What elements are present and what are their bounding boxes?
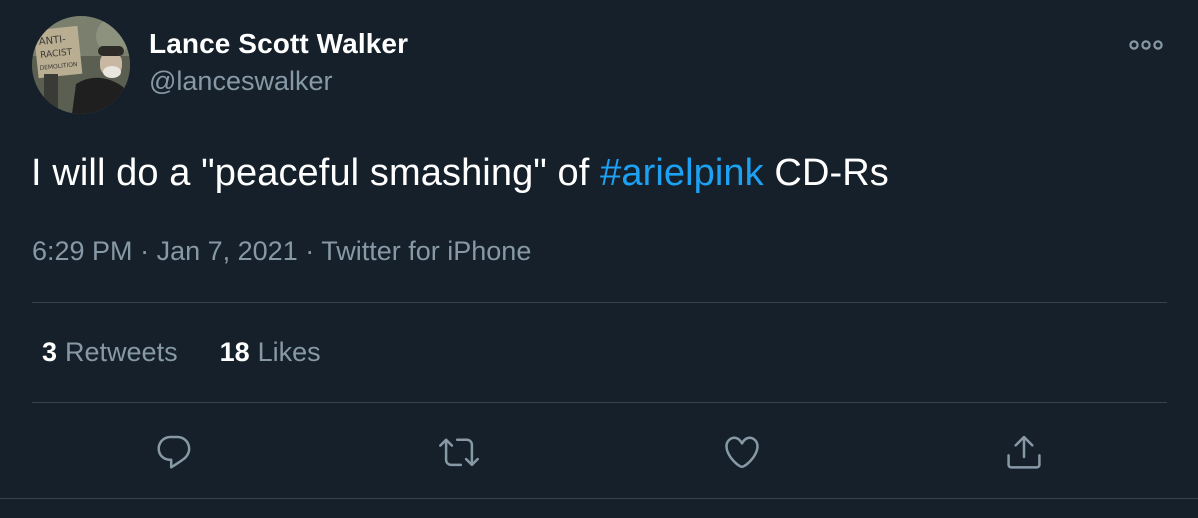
- retweets-label: Retweets: [65, 337, 178, 367]
- retweet-icon: [439, 438, 479, 467]
- likes-count: 18: [219, 337, 250, 367]
- meta-separator: ·: [140, 236, 150, 266]
- tweet-time[interactable]: 6:29 PM: [32, 236, 133, 266]
- divider: [32, 302, 1167, 303]
- share-icon: [1007, 435, 1041, 469]
- divider: [32, 402, 1167, 403]
- tweet-card: ANTI- RACIST DEMOLITION Lance Scott Walk…: [0, 0, 1198, 518]
- avatar[interactable]: ANTI- RACIST DEMOLITION: [32, 16, 130, 114]
- more-options-button[interactable]: [1124, 30, 1168, 60]
- tweet-meta: 6:29 PM · Jan 7, 2021 · Twitter for iPho…: [32, 236, 531, 267]
- like-button[interactable]: [714, 424, 770, 480]
- likes-label: Likes: [257, 337, 321, 367]
- like-icon: [725, 436, 759, 469]
- tweet-date[interactable]: Jan 7, 2021: [157, 236, 298, 266]
- author-display-name[interactable]: Lance Scott Walker: [149, 28, 408, 60]
- retweet-button[interactable]: [431, 424, 487, 480]
- meta-separator: ·: [305, 236, 315, 266]
- reply-icon: [157, 435, 191, 469]
- retweets-stat[interactable]: 3 Retweets: [42, 337, 178, 368]
- avatar-photo: ANTI- RACIST DEMOLITION: [32, 16, 130, 114]
- more-options-icon: [1129, 40, 1163, 50]
- tweet-source[interactable]: Twitter for iPhone: [321, 236, 531, 266]
- tweet-text: I will do a "peaceful smashing" of #arie…: [31, 152, 889, 195]
- reply-button[interactable]: [146, 424, 202, 480]
- action-bar: [0, 420, 1198, 490]
- author-handle[interactable]: @lanceswalker: [149, 66, 332, 97]
- hashtag-link[interactable]: #arielpink: [600, 152, 764, 194]
- retweets-count: 3: [42, 337, 58, 367]
- tweet-text-tail: CD-Rs: [763, 152, 889, 194]
- tweet-stats: 3 Retweets 18 Likes: [42, 337, 321, 368]
- share-button[interactable]: [996, 424, 1052, 480]
- tweet-text-body: I will do a "peaceful smashing" of: [31, 152, 601, 194]
- bottom-border: [0, 498, 1198, 499]
- likes-stat[interactable]: 18 Likes: [220, 337, 321, 368]
